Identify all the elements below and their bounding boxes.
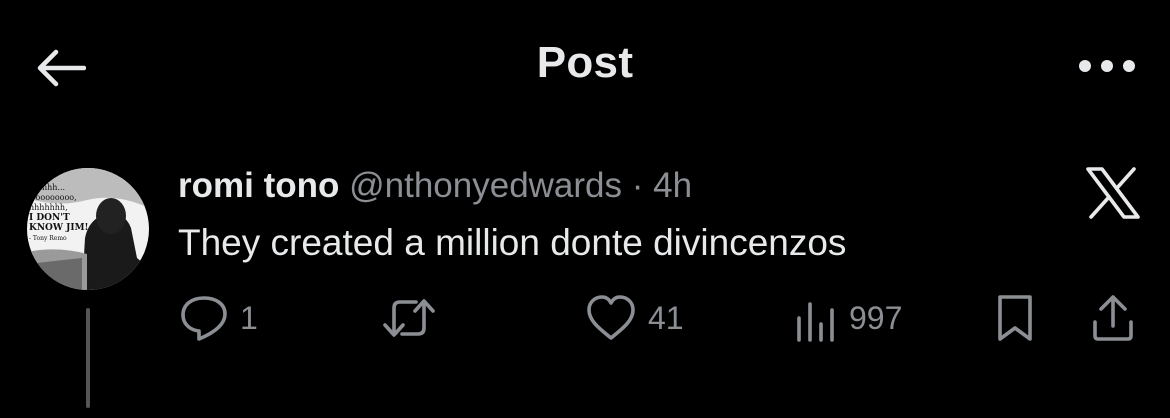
post-header: romi tono @nthonyedwards · 4h [178, 166, 692, 206]
like-count: 41 [648, 299, 684, 336]
heart-icon [587, 295, 635, 340]
author-handle[interactable]: @nthonyedwards [349, 166, 622, 205]
like-button[interactable]: 41 [584, 286, 684, 350]
bookmark-icon [998, 295, 1032, 341]
avatar-caption-2: Ooooooooo, [29, 193, 77, 202]
time-separator: · [631, 166, 644, 205]
post-text: They created a million donte divincenzos [178, 222, 847, 263]
reply-count: 1 [240, 299, 258, 336]
more-options-button[interactable] [1072, 44, 1142, 88]
avatar-caption-6: - Tony Remo [29, 235, 67, 242]
bookmark-button[interactable] [995, 286, 1035, 350]
views-icon [797, 302, 834, 342]
action-bar: 1 41 997 [0, 286, 1170, 350]
top-bar: Post [0, 0, 1170, 130]
avatar-caption-1: Hhhh... [35, 183, 65, 192]
share-button[interactable] [1090, 286, 1136, 350]
author-name[interactable]: romi tono [178, 166, 339, 205]
x-logo-icon [1084, 166, 1142, 220]
repost-button[interactable] [380, 286, 448, 350]
avatar-caption-5: KNOW JIM! [29, 223, 89, 233]
more-horizontal-icon [1079, 60, 1135, 72]
page-title: Post [536, 38, 634, 87]
reply-icon [181, 296, 227, 341]
views-button[interactable]: 997 [793, 286, 902, 350]
avatar-image: Hhhh... Ooooooooo, hhhhhhh, I DON'T KNOW… [27, 168, 149, 290]
avatar[interactable]: Hhhh... Ooooooooo, hhhhhhh, I DON'T KNOW… [27, 168, 149, 290]
avatar-caption-3: hhhhhhh, [29, 203, 68, 212]
share-icon [1093, 295, 1133, 341]
avatar-caption-4: I DON'T [29, 213, 70, 223]
view-count: 997 [849, 299, 903, 336]
reply-button[interactable]: 1 [178, 286, 258, 350]
repost-icon [383, 299, 435, 337]
post-time[interactable]: 4h [653, 166, 692, 205]
